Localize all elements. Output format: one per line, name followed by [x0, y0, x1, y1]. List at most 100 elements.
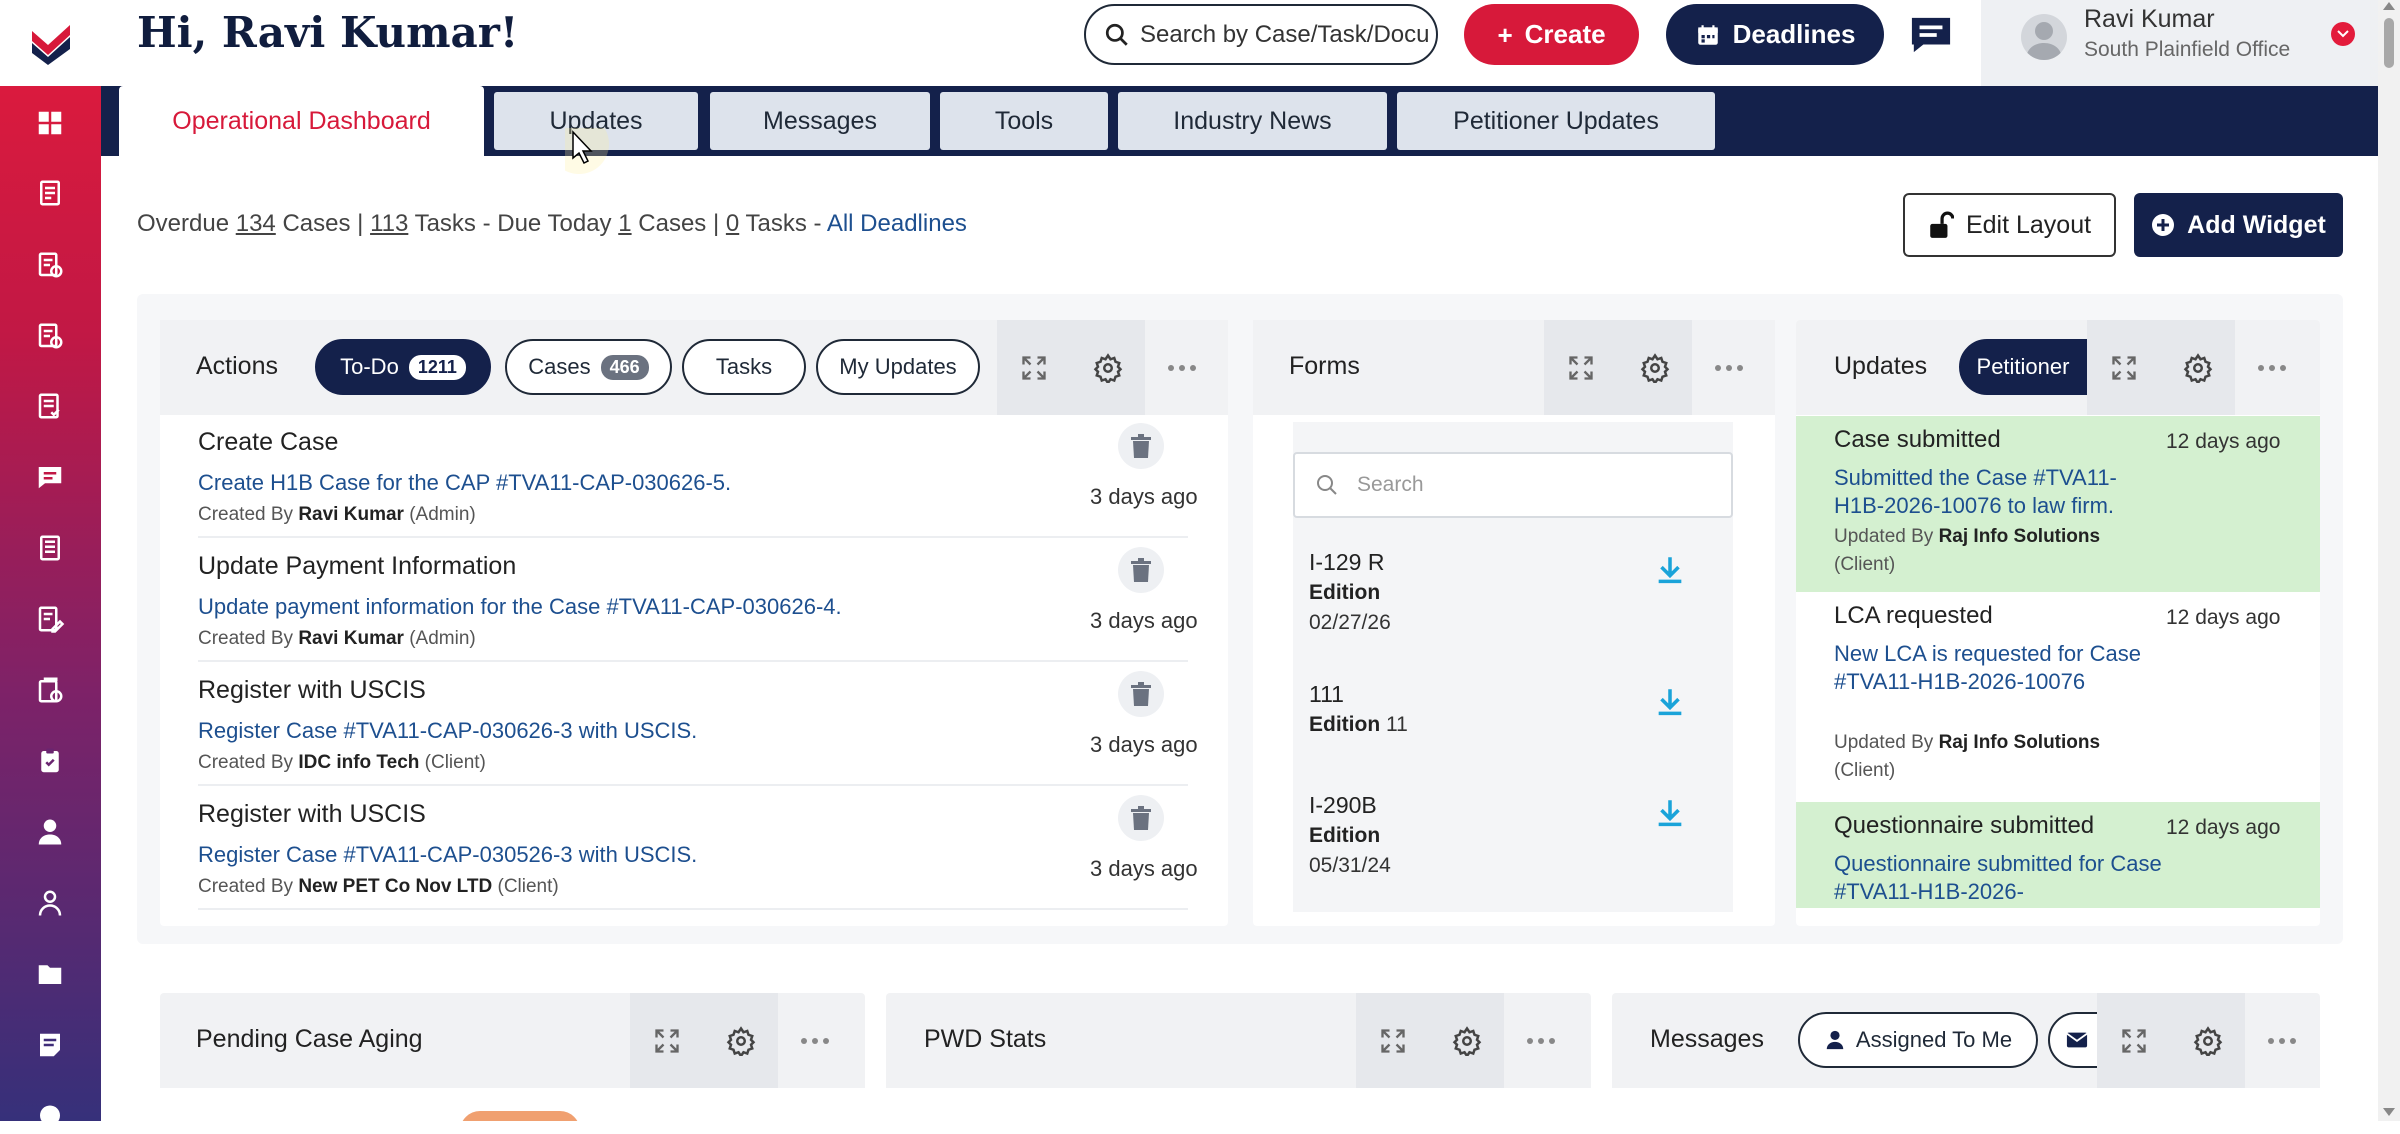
action-item[interactable]: Register with USCIS Register Case #TVA11… [198, 671, 1238, 786]
page-scrollbar[interactable] [2378, 0, 2400, 1121]
global-search[interactable]: Search by Case/Task/Docu [1084, 4, 1438, 65]
chevron-down-icon[interactable] [2331, 22, 2355, 46]
action-item[interactable]: Register with USCIS Register Case #TVA11… [198, 795, 1238, 910]
more-options-icon[interactable] [2235, 320, 2309, 415]
form-edition: Edition [1309, 581, 1381, 604]
action-item[interactable]: Create Case Create H1B Case for the CAP … [198, 423, 1238, 538]
trash-icon[interactable] [1118, 795, 1164, 841]
action-desc[interactable]: Update payment information for the Case … [198, 594, 842, 620]
todo-pill[interactable]: To-Do 1211 [315, 339, 491, 395]
gear-icon[interactable] [1071, 320, 1145, 415]
due-cases-link[interactable]: 1 [618, 210, 631, 237]
overdue-cases-link[interactable]: 134 [236, 210, 276, 237]
action-desc[interactable]: Create H1B Case for the CAP #TVA11-CAP-0… [198, 470, 731, 496]
petitioner-pill[interactable]: Petitioner [1959, 339, 2087, 395]
more-sidebar-icon[interactable] [29, 1092, 71, 1134]
tasks-pill[interactable]: Tasks [682, 339, 806, 395]
action-desc[interactable]: Register Case #TVA11-CAP-030526-3 with U… [198, 842, 697, 868]
trash-icon[interactable] [1118, 547, 1164, 593]
documents-icon[interactable] [29, 172, 71, 214]
due-tasks-link[interactable]: 0 [726, 210, 739, 237]
cases-pill[interactable]: Cases 466 [505, 339, 672, 395]
forms-search-input[interactable]: Search [1357, 473, 1424, 497]
billing-icon[interactable] [29, 315, 71, 357]
search-input[interactable]: Search by Case/Task/Docu [1140, 21, 1429, 49]
user-tie-icon[interactable] [29, 811, 71, 853]
forms-search[interactable]: Search [1293, 452, 1733, 518]
folder-icon[interactable] [29, 953, 71, 995]
divider [198, 660, 1188, 662]
expand-icon[interactable] [1544, 320, 1618, 415]
assigned-to-me-pill[interactable]: Assigned To Me [1798, 1012, 2038, 1068]
overdue-tasks-link[interactable]: 113 [370, 210, 408, 237]
app-logo[interactable] [0, 0, 101, 86]
download-icon[interactable] [1653, 553, 1687, 587]
deadlines-button[interactable]: Deadlines [1666, 4, 1884, 65]
scroll-thumb[interactable] [2384, 18, 2394, 68]
expand-icon[interactable] [1356, 993, 1430, 1088]
case-check-icon[interactable] [29, 244, 71, 286]
scroll-down-icon[interactable] [2383, 1108, 2395, 1116]
more-options-icon[interactable] [2245, 993, 2319, 1088]
tasks-icon[interactable] [29, 385, 71, 427]
expand-icon[interactable] [997, 320, 1071, 415]
my-updates-pill[interactable]: My Updates [816, 339, 980, 395]
all-deadlines-link[interactable]: All Deadlines [827, 210, 967, 237]
update-desc[interactable]: New LCA is requested for Case #TVA11-H1B… [1834, 640, 2164, 696]
expand-icon[interactable] [630, 993, 704, 1088]
edit-doc-icon[interactable] [29, 598, 71, 640]
update-item[interactable]: Case submitted 12 days ago Submitted the… [1796, 416, 2320, 592]
user-icon[interactable] [29, 882, 71, 924]
notes-icon[interactable] [29, 1024, 71, 1066]
dashboard-icon[interactable] [29, 102, 71, 144]
download-icon[interactable] [1653, 796, 1687, 830]
more-options-icon[interactable] [778, 993, 852, 1088]
action-item[interactable]: Update Payment Information Update paymen… [198, 547, 1238, 662]
gear-icon[interactable] [2171, 993, 2245, 1088]
form-item[interactable]: I-129 R Edition 02/27/26 [1293, 535, 1733, 655]
form-item[interactable]: 111 Edition 11 [1293, 667, 1733, 782]
edit-layout-button[interactable]: Edit Layout [1903, 193, 2116, 257]
forms-widget: Forms Search I-129 R Edition 02/27/26 11… [1253, 320, 1775, 926]
action-time: 3 days ago [1090, 856, 1198, 881]
trash-icon[interactable] [1118, 671, 1164, 717]
scroll-up-icon[interactable] [2383, 2, 2395, 10]
form-item[interactable]: I-290B Edition 05/31/24 [1293, 778, 1733, 898]
sidebar [0, 0, 101, 1126]
user-name: Ravi Kumar [2084, 5, 2215, 33]
trash-icon[interactable] [1118, 423, 1164, 469]
action-desc[interactable]: Register Case #TVA11-CAP-030626-3 with U… [198, 718, 697, 744]
gear-icon[interactable] [1618, 320, 1692, 415]
unlock-icon [1930, 211, 1954, 238]
messages-title: Messages [1650, 1025, 1764, 1053]
gear-icon[interactable] [1430, 993, 1504, 1088]
update-desc[interactable]: Questionnaire submitted for Case #TVA11-… [1834, 850, 2164, 906]
tab-messages[interactable]: Messages [710, 92, 930, 150]
user-menu[interactable]: Ravi Kumar South Plainfield Office [1981, 0, 2378, 86]
tab-tools[interactable]: Tools [940, 92, 1108, 150]
gear-icon[interactable] [704, 993, 778, 1088]
create-button[interactable]: + Create [1464, 4, 1639, 65]
messages-icon[interactable] [29, 456, 71, 498]
expand-icon[interactable] [2097, 993, 2171, 1088]
add-widget-button[interactable]: Add Widget [2134, 193, 2343, 257]
todo-label: To-Do [340, 354, 399, 379]
expand-icon[interactable] [2087, 320, 2161, 415]
tab-industry-news[interactable]: Industry News [1118, 92, 1387, 150]
tab-petitioner-updates[interactable]: Petitioner Updates [1397, 92, 1715, 150]
more-options-icon[interactable] [1692, 320, 1766, 415]
chat-button[interactable] [1907, 12, 1955, 58]
more-options-icon[interactable] [1145, 320, 1219, 415]
reports-icon[interactable] [29, 527, 71, 569]
more-options-icon[interactable] [1504, 993, 1578, 1088]
tab-operational-dashboard[interactable]: Operational Dashboard [119, 86, 484, 156]
gear-icon[interactable] [2161, 320, 2235, 415]
update-desc[interactable]: Submitted the Case #TVA11-H1B-2026-10076… [1834, 464, 2164, 520]
clipboard-icon[interactable] [29, 740, 71, 782]
update-item[interactable]: Questionnaire submitted 12 days ago Ques… [1796, 802, 2320, 908]
update-role: (Client) [1834, 760, 1896, 781]
calendar-icon [1697, 24, 1718, 45]
update-item[interactable]: LCA requested 12 days ago New LCA is req… [1796, 592, 2320, 800]
download-icon[interactable] [1653, 685, 1687, 719]
invoice-icon[interactable] [29, 669, 71, 711]
